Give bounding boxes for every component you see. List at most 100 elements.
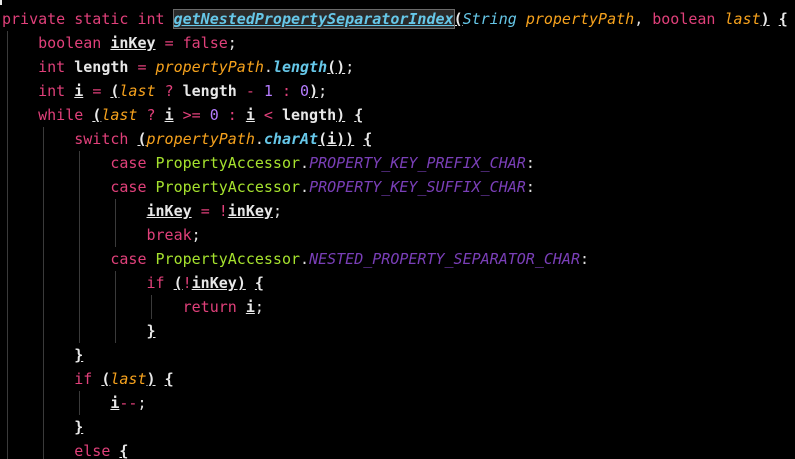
code-token: PROPERTY_KEY_PREFIX_CHAR <box>309 154 526 172</box>
code-token: ; <box>254 298 264 316</box>
code-token: case <box>110 154 147 172</box>
code-token: : <box>281 82 291 100</box>
code-token: = <box>137 58 147 76</box>
code-token: = <box>164 34 174 52</box>
code-token: i <box>327 130 337 148</box>
case-separator-line[interactable]: case PropertyAccessor.NESTED_PROPERTY_SE… <box>2 247 589 271</box>
code-token: length <box>74 58 129 76</box>
code-token: propertyPath <box>525 10 635 28</box>
code-token: 0 <box>300 82 310 100</box>
code-token: i <box>245 106 255 124</box>
code-token: ; <box>345 58 355 76</box>
code-token: ) <box>146 370 156 388</box>
while-loop-line[interactable]: while (last ? i >= 0 : i < length) { <box>2 103 363 127</box>
if-close-brace-line[interactable]: } <box>2 319 156 343</box>
code-token: { <box>164 370 174 388</box>
code-token: break <box>146 226 192 244</box>
code-token: { <box>254 274 264 292</box>
code-token: getNestedPropertySeparatorIndex <box>172 9 455 29</box>
length-declaration-line[interactable]: int length = propertyPath.length(); <box>2 55 354 79</box>
code-token: < <box>263 106 273 124</box>
method-signature-line[interactable]: private static int getNestedPropertySepa… <box>2 7 788 31</box>
code-token: { <box>363 130 373 148</box>
inkey-declaration-line[interactable]: boolean inKey = false; <box>2 31 237 55</box>
code-token: } <box>146 322 156 340</box>
code-token: NESTED_PROPERTY_SEPARATOR_CHAR <box>309 250 580 268</box>
else-line[interactable]: else { <box>2 439 128 459</box>
code-token: ; <box>272 202 282 220</box>
code-token: ( <box>173 274 183 292</box>
text-caret <box>0 0 2 5</box>
code-token: last <box>119 82 156 100</box>
code-token: ) <box>336 106 346 124</box>
code-token: ; <box>191 226 201 244</box>
code-token: () <box>327 58 346 76</box>
code-token: i <box>245 298 255 316</box>
index-declaration-line[interactable]: int i = (last ? length - 1 : 0); <box>2 79 327 103</box>
code-token: ! <box>182 274 192 292</box>
code-token: String <box>462 10 517 28</box>
toggle-inkey-line[interactable]: inKey = !inKey; <box>2 199 282 223</box>
code-token: { <box>119 442 129 459</box>
code-token: case <box>110 178 147 196</box>
switch-line[interactable]: switch (propertyPath.charAt(i)) { <box>2 127 372 151</box>
case-prefix-line[interactable]: case PropertyAccessor.PROPERTY_KEY_PREFI… <box>2 151 535 175</box>
code-token: : <box>580 250 590 268</box>
switch-close-brace-line[interactable]: } <box>2 343 83 367</box>
if-last-line[interactable]: if (last) { <box>2 367 174 391</box>
code-token: charAt <box>263 130 319 148</box>
code-token: } <box>74 346 84 364</box>
code-token: last <box>110 370 147 388</box>
break-line[interactable]: break; <box>2 223 201 247</box>
code-editor[interactable]: private static int getNestedPropertySepa… <box>0 0 795 459</box>
code-token: propertyPath <box>155 58 264 76</box>
code-token: . <box>300 154 310 172</box>
code-token: ; <box>137 394 147 412</box>
code-token: int <box>137 10 165 28</box>
decrement-line[interactable]: i--; <box>2 391 147 415</box>
if-last-close-brace-line[interactable]: } <box>2 415 83 439</box>
code-token: ; <box>227 34 237 52</box>
code-token: : <box>525 154 535 172</box>
code-token: 1 <box>263 82 273 100</box>
code-token: ( <box>137 130 147 148</box>
code-token: ! <box>218 202 228 220</box>
code-token: if <box>146 274 165 292</box>
if-not-inkey-line[interactable]: if (!inKey) { <box>2 271 264 295</box>
code-token: i <box>74 82 84 100</box>
case-suffix-line[interactable]: case PropertyAccessor.PROPERTY_KEY_SUFFI… <box>2 175 534 199</box>
return-line[interactable]: return i; <box>2 295 264 319</box>
